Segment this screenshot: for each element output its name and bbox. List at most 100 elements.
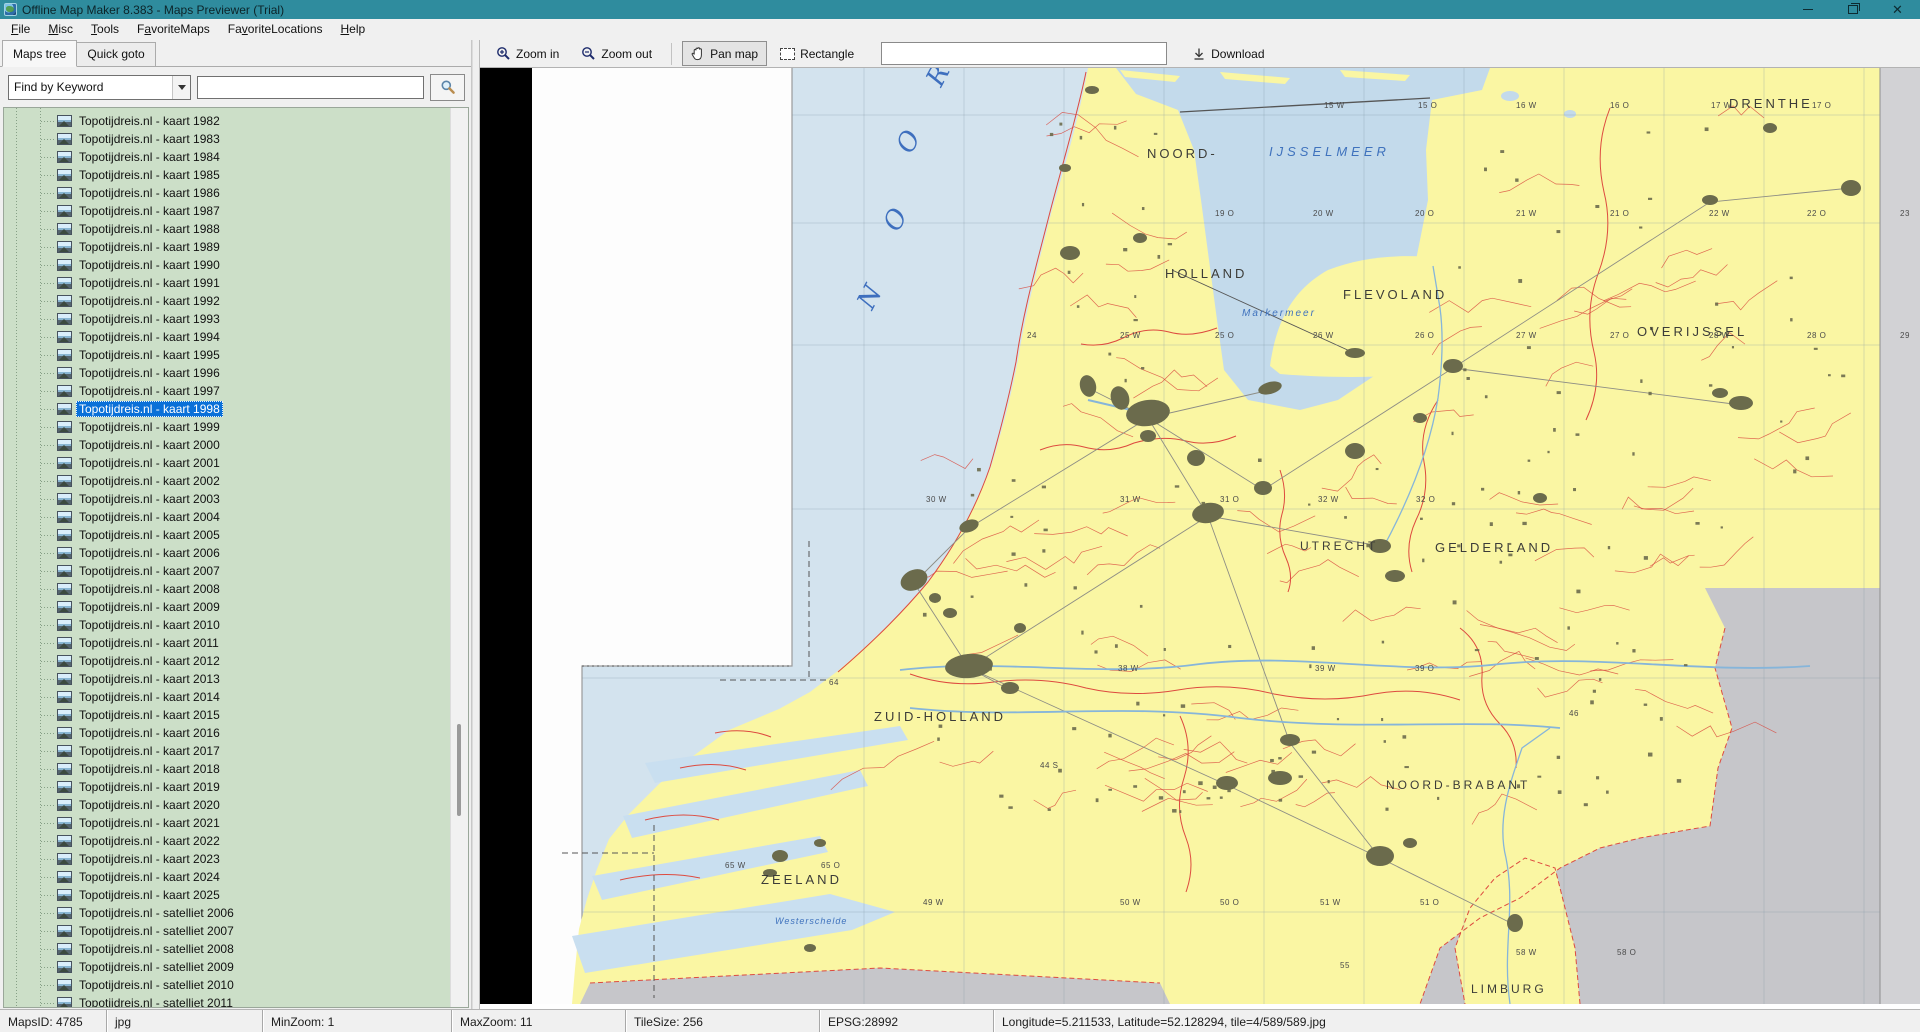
svg-text:20 W: 20 W (1313, 209, 1334, 218)
menu-bar: FileMiscToolsFavoriteMapsFavoriteLocatio… (0, 19, 1920, 40)
menu-item-file[interactable]: File (2, 20, 39, 38)
pan-map-button[interactable]: Pan map (682, 41, 767, 66)
rectangle-label: Rectangle (800, 47, 854, 61)
find-by-dropdown[interactable]: Find by Keyword (8, 75, 191, 100)
download-button[interactable]: Download (1183, 42, 1273, 66)
tree-item[interactable]: Topotijdreis.nl - kaart 2017 (4, 742, 468, 760)
map-thumbnail-icon (57, 205, 72, 217)
svg-text:26 O: 26 O (1415, 331, 1434, 340)
tree-item[interactable]: Topotijdreis.nl - kaart 2000 (4, 436, 468, 454)
tree-item[interactable]: Topotijdreis.nl - kaart 1997 (4, 382, 468, 400)
toolbar-input[interactable] (881, 42, 1167, 65)
menu-item-tools[interactable]: Tools (82, 20, 128, 38)
tree-item[interactable]: Topotijdreis.nl - kaart 2001 (4, 454, 468, 472)
tree-item-label: Topotijdreis.nl - kaart 2012 (76, 653, 223, 669)
map-thumbnail-icon (57, 997, 72, 1008)
map-thumbnail-icon (57, 691, 72, 703)
app-globe-icon (4, 3, 17, 16)
map-thumbnail-icon (57, 547, 72, 559)
tree-item[interactable]: Topotijdreis.nl - kaart 1988 (4, 220, 468, 238)
tree-item[interactable]: Topotijdreis.nl - kaart 2023 (4, 850, 468, 868)
tree-item[interactable]: Topotijdreis.nl - kaart 1984 (4, 148, 468, 166)
tree-item[interactable]: Topotijdreis.nl - kaart 1985 (4, 166, 468, 184)
tree-item[interactable]: Topotijdreis.nl - satelliet 2006 (4, 904, 468, 922)
tree-connector (41, 787, 56, 788)
tree-scrollbar-thumb[interactable] (457, 724, 461, 816)
tree-connector (41, 409, 56, 410)
tree-item[interactable]: Topotijdreis.nl - kaart 1999 (4, 418, 468, 436)
tree-item[interactable]: Topotijdreis.nl - kaart 2022 (4, 832, 468, 850)
tree-item[interactable]: Topotijdreis.nl - kaart 2014 (4, 688, 468, 706)
tree-item[interactable]: Topotijdreis.nl - kaart 2015 (4, 706, 468, 724)
tree-item[interactable]: Topotijdreis.nl - kaart 1990 (4, 256, 468, 274)
tree-item[interactable]: Topotijdreis.nl - kaart 2006 (4, 544, 468, 562)
menu-item-favoritelocations[interactable]: FavoriteLocations (219, 20, 332, 38)
tree-item[interactable]: Topotijdreis.nl - kaart 2018 (4, 760, 468, 778)
tree-item[interactable]: Topotijdreis.nl - kaart 1996 (4, 364, 468, 382)
tab-quick-goto[interactable]: Quick goto (76, 42, 155, 67)
zoom-out-button[interactable]: Zoom out (572, 41, 661, 66)
tree-item[interactable]: Topotijdreis.nl - kaart 1982 (4, 112, 468, 130)
tree-item[interactable]: Topotijdreis.nl - kaart 2013 (4, 670, 468, 688)
menu-item-favoritemaps[interactable]: FavoriteMaps (128, 20, 219, 38)
menu-item-misc[interactable]: Misc (39, 20, 82, 38)
tree-item-label: Topotijdreis.nl - kaart 1983 (76, 131, 223, 147)
tree-scrollbar[interactable] (450, 108, 468, 1007)
zoom-in-button[interactable]: Zoom in (487, 41, 568, 66)
panel-tabs: Maps tree Quick goto (0, 40, 471, 67)
tree-item[interactable]: Topotijdreis.nl - kaart 1994 (4, 328, 468, 346)
tree-item-label: Topotijdreis.nl - kaart 1985 (76, 167, 223, 183)
maximize-button[interactable] (1830, 0, 1875, 19)
tree-item[interactable]: Topotijdreis.nl - kaart 2002 (4, 472, 468, 490)
search-button[interactable] (430, 74, 465, 101)
tree-item[interactable]: Topotijdreis.nl - kaart 1995 (4, 346, 468, 364)
chevron-down-icon (172, 76, 190, 99)
map-canvas[interactable]: NOORD-HOLLANDFLEVOLANDDRENTHEOVERIJSSELU… (480, 68, 1920, 1004)
map-viewport[interactable]: NOORD-HOLLANDFLEVOLANDDRENTHEOVERIJSSELU… (480, 68, 1920, 1009)
panel-splitter[interactable] (472, 40, 480, 1009)
tree-item[interactable]: Topotijdreis.nl - kaart 2020 (4, 796, 468, 814)
tree-item[interactable]: Topotijdreis.nl - kaart 1986 (4, 184, 468, 202)
tree-item[interactable]: Topotijdreis.nl - kaart 2025 (4, 886, 468, 904)
tree-item[interactable]: Topotijdreis.nl - kaart 2003 (4, 490, 468, 508)
tree-item-label: Topotijdreis.nl - kaart 2023 (76, 851, 223, 867)
tree-item[interactable]: Topotijdreis.nl - kaart 2007 (4, 562, 468, 580)
tree-item[interactable]: Topotijdreis.nl - kaart 2016 (4, 724, 468, 742)
tree-item[interactable]: Topotijdreis.nl - kaart 2011 (4, 634, 468, 652)
tree-item[interactable]: Topotijdreis.nl - kaart 1993 (4, 310, 468, 328)
minimize-button[interactable] (1785, 0, 1830, 19)
svg-text:31 W: 31 W (1120, 495, 1141, 504)
tree-item[interactable]: Topotijdreis.nl - kaart 2009 (4, 598, 468, 616)
tree-item[interactable]: Topotijdreis.nl - kaart 2021 (4, 814, 468, 832)
tree-item[interactable]: Topotijdreis.nl - satelliet 2009 (4, 958, 468, 976)
tree-connector (41, 643, 56, 644)
tree-item[interactable]: Topotijdreis.nl - satelliet 2007 (4, 922, 468, 940)
tree-item[interactable]: Topotijdreis.nl - kaart 1998 (4, 400, 468, 418)
tree-item[interactable]: Topotijdreis.nl - kaart 1989 (4, 238, 468, 256)
tree-item[interactable]: Topotijdreis.nl - kaart 1987 (4, 202, 468, 220)
tree-item[interactable]: Topotijdreis.nl - kaart 2005 (4, 526, 468, 544)
tab-maps-tree[interactable]: Maps tree (2, 40, 77, 67)
tree-item[interactable]: Topotijdreis.nl - kaart 1992 (4, 292, 468, 310)
tree-item[interactable]: Topotijdreis.nl - satelliet 2008 (4, 940, 468, 958)
tree-item[interactable]: Topotijdreis.nl - kaart 2010 (4, 616, 468, 634)
svg-text:27 W: 27 W (1516, 331, 1537, 340)
keyword-input[interactable] (197, 76, 424, 99)
tree-item[interactable]: Topotijdreis.nl - kaart 1983 (4, 130, 468, 148)
tree-item[interactable]: Topotijdreis.nl - kaart 2008 (4, 580, 468, 598)
tree-connector (41, 139, 56, 140)
rectangle-button[interactable]: Rectangle (771, 42, 863, 66)
tree-item[interactable]: Topotijdreis.nl - kaart 2019 (4, 778, 468, 796)
svg-text:27 O: 27 O (1610, 331, 1629, 340)
tree-item[interactable]: Topotijdreis.nl - satelliet 2010 (4, 976, 468, 994)
tree-connector (41, 769, 56, 770)
tree-connector (41, 427, 56, 428)
close-button[interactable]: ✕ (1875, 0, 1920, 19)
tree-item[interactable]: Topotijdreis.nl - satelliet 2011 (4, 994, 468, 1008)
tree-item[interactable]: Topotijdreis.nl - kaart 2004 (4, 508, 468, 526)
tree-item[interactable]: Topotijdreis.nl - kaart 1991 (4, 274, 468, 292)
tree-item[interactable]: Topotijdreis.nl - kaart 2024 (4, 868, 468, 886)
menu-item-help[interactable]: Help (332, 20, 375, 38)
tree-item[interactable]: Topotijdreis.nl - kaart 2012 (4, 652, 468, 670)
tree-connector (41, 751, 56, 752)
